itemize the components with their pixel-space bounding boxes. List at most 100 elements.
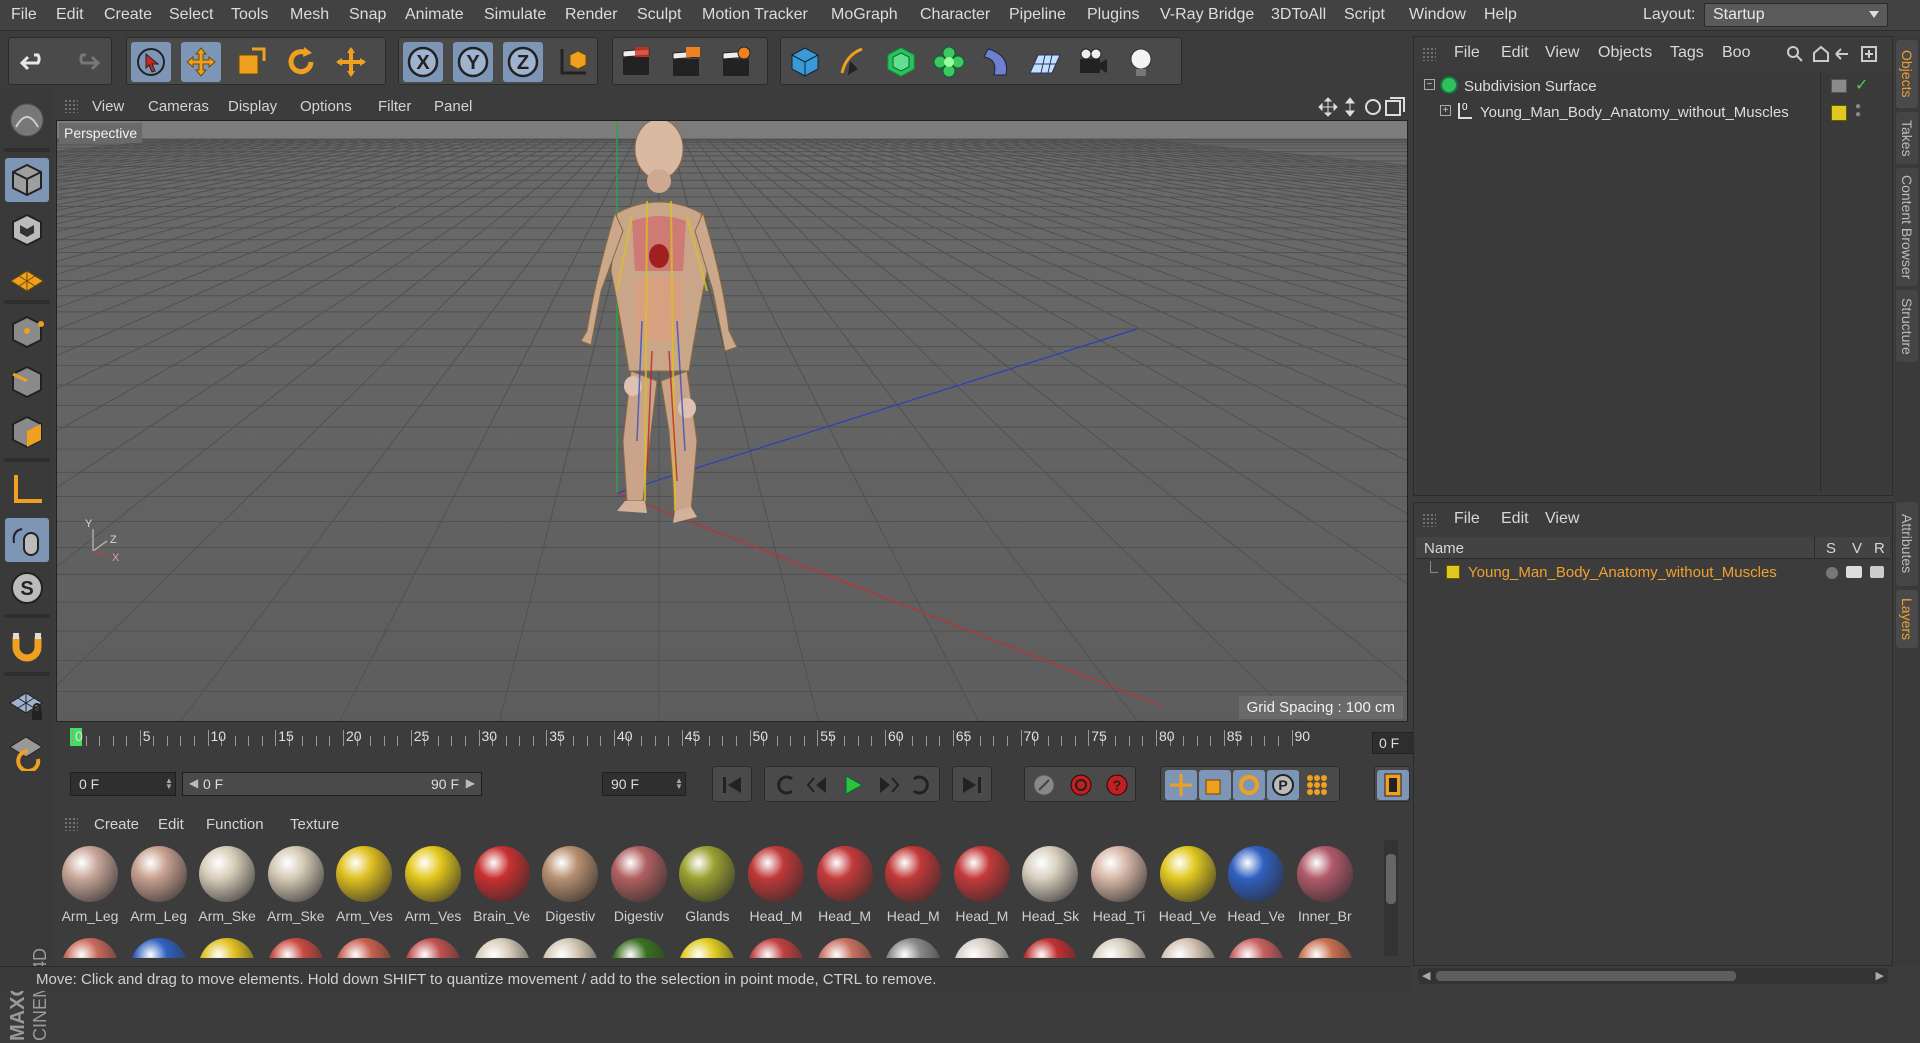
points-mode-button[interactable] — [5, 310, 49, 354]
menu-mograph[interactable]: MoGraph — [831, 6, 898, 24]
menu-select[interactable]: Select — [169, 6, 213, 24]
coordinate-system-button[interactable] — [553, 42, 593, 82]
goto-start-button[interactable] — [716, 770, 748, 800]
object-row[interactable]: − Subdivision Surface — [1416, 73, 1818, 99]
x-axis-button[interactable]: X — [403, 42, 443, 82]
range-left-arrow-icon[interactable]: ◀ — [189, 776, 198, 790]
solo-mode-button[interactable]: S — [5, 566, 49, 610]
material-swatch[interactable]: Digestiv — [607, 842, 671, 924]
menu-vray-bridge[interactable]: V-Ray Bridge — [1160, 6, 1254, 24]
cloner-button[interactable] — [929, 42, 969, 82]
next-key-button[interactable] — [905, 770, 937, 800]
scroll-left-icon[interactable]: ◀ — [1422, 969, 1430, 982]
menu-edit[interactable]: Edit — [56, 6, 84, 24]
material-swatch[interactable] — [1293, 934, 1357, 958]
key-position-button[interactable] — [1165, 770, 1197, 800]
key-pla-button[interactable] — [1301, 770, 1333, 800]
solo-toggle-icon[interactable] — [1826, 567, 1838, 579]
tab-objects[interactable]: Objects — [1896, 40, 1918, 108]
light-button[interactable] — [1121, 42, 1161, 82]
record-active-objects-button[interactable] — [1028, 770, 1060, 800]
layers-menu-edit[interactable]: Edit — [1501, 510, 1529, 528]
menu-create[interactable]: Create — [104, 6, 152, 24]
tab-content-browser[interactable]: Content Browser — [1896, 168, 1918, 286]
material-swatch[interactable] — [1224, 934, 1288, 958]
tab-attributes[interactable]: Attributes — [1896, 502, 1918, 586]
autokeying-button[interactable] — [1065, 770, 1097, 800]
material-swatch[interactable]: Arm_Ves — [401, 842, 465, 924]
objects-menu-view[interactable]: View — [1545, 44, 1579, 62]
perspective-viewport[interactable]: Y Z X Perspective Grid Spacing : 100 cm — [56, 120, 1408, 722]
y-axis-button[interactable]: Y — [453, 42, 493, 82]
material-swatch[interactable] — [264, 934, 328, 958]
material-swatch[interactable]: Arm_Ske — [195, 842, 259, 924]
play-button[interactable] — [837, 770, 869, 800]
tab-layers[interactable]: Layers — [1896, 590, 1918, 648]
material-swatch[interactable]: Arm_Ves — [332, 842, 396, 924]
collapse-icon[interactable]: − — [1424, 79, 1435, 90]
move-tool-button[interactable] — [181, 42, 221, 82]
texture-mode-button[interactable] — [5, 208, 49, 252]
object-name[interactable]: Subdivision Surface — [1464, 78, 1597, 95]
menu-snap[interactable]: Snap — [349, 6, 386, 24]
workplane-mode-button[interactable] — [5, 256, 49, 300]
timeline-ruler[interactable]: 0 5 10 15 20 25 30 35 40 45 50 55 60 65 70 75 80 85 90 0 F… — [56, 724, 1464, 760]
menu-file[interactable]: File — [11, 6, 37, 24]
viewport-menu-display[interactable]: Display — [228, 98, 277, 115]
menu-mesh[interactable]: Mesh — [290, 6, 329, 24]
recent-tool-button[interactable] — [331, 42, 371, 82]
material-swatch[interactable] — [195, 934, 259, 958]
model-mode-button[interactable] — [5, 158, 49, 202]
column-solo[interactable]: S — [1826, 540, 1836, 557]
material-swatch[interactable] — [401, 934, 465, 958]
menu-simulate[interactable]: Simulate — [484, 6, 546, 24]
axis-mode-button[interactable] — [5, 468, 49, 512]
camera-button[interactable] — [1073, 42, 1113, 82]
deformer-button[interactable] — [977, 42, 1017, 82]
objects-menu-file[interactable]: File — [1454, 44, 1480, 62]
material-swatch[interactable] — [1087, 934, 1151, 958]
material-swatch[interactable]: Head_Ve — [1156, 842, 1220, 924]
menu-window[interactable]: Window — [1409, 6, 1466, 24]
rotate-tool-button[interactable] — [281, 42, 321, 82]
menu-plugins[interactable]: Plugins — [1087, 6, 1139, 24]
menu-pipeline[interactable]: Pipeline — [1009, 6, 1066, 24]
eye-icon[interactable] — [1846, 566, 1862, 578]
menu-character[interactable]: Character — [920, 6, 990, 24]
object-manager-toolbar-icons[interactable] — [1784, 43, 1890, 65]
objects-menu-tags[interactable]: Tags — [1670, 44, 1704, 62]
start-frame-field[interactable]: 0 F ▲ ▼ — [70, 772, 176, 796]
scrollbar-thumb[interactable] — [1436, 971, 1736, 981]
render-settings-button[interactable] — [717, 42, 757, 82]
material-swatch[interactable] — [881, 934, 945, 958]
scroll-right-icon[interactable]: ▶ — [1876, 969, 1884, 982]
undo-button[interactable] — [15, 42, 55, 82]
material-swatch[interactable] — [813, 934, 877, 958]
render-clapper-icon[interactable] — [1870, 566, 1884, 578]
keyframe-selection-button[interactable]: ? — [1101, 770, 1133, 800]
menu-sculpt[interactable]: Sculpt — [637, 6, 681, 24]
column-name[interactable]: Name — [1424, 540, 1464, 557]
material-scrollbar[interactable] — [1384, 840, 1398, 956]
polygons-mode-button[interactable] — [5, 410, 49, 454]
subdivision-surface-button[interactable] — [881, 42, 921, 82]
make-editable-button[interactable] — [5, 98, 49, 142]
key-scale-button[interactable] — [1199, 770, 1231, 800]
material-swatch[interactable] — [1018, 934, 1082, 958]
material-menu-create[interactable]: Create — [94, 816, 139, 833]
snap-button[interactable] — [5, 624, 49, 668]
material-swatch[interactable]: Head_Sk — [1018, 842, 1082, 924]
material-swatch[interactable]: Arm_Ske — [264, 842, 328, 924]
material-swatch[interactable] — [538, 934, 602, 958]
material-swatch[interactable] — [58, 934, 122, 958]
material-swatch[interactable]: Arm_Leg — [127, 842, 191, 924]
material-swatch[interactable]: Head_M — [744, 842, 808, 924]
viewport-menu-cameras[interactable]: Cameras — [148, 98, 209, 115]
menu-3dtoall[interactable]: 3DToAll — [1271, 6, 1326, 24]
viewport-menu-view[interactable]: View — [92, 98, 124, 115]
material-swatch[interactable] — [127, 934, 191, 958]
cube-object-button[interactable] — [785, 42, 825, 82]
enabled-check-icon[interactable]: ✓ — [1855, 75, 1868, 95]
material-swatch[interactable]: Head_Ti — [1087, 842, 1151, 924]
menu-motion-tracker[interactable]: Motion Tracker — [702, 6, 808, 24]
